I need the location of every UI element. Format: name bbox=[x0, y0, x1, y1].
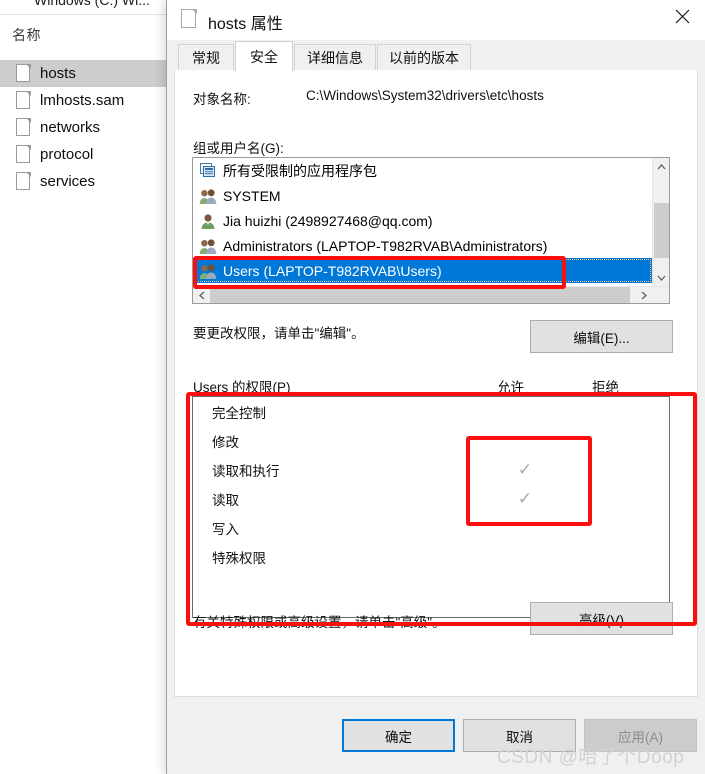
explorer-column-header-name: 名称 bbox=[12, 27, 41, 43]
principal-list-vscrollbar[interactable] bbox=[652, 158, 669, 286]
dialog-tabstrip[interactable]: 常规 安全 详细信息 以前的版本 bbox=[167, 40, 705, 72]
file-icon bbox=[16, 172, 31, 191]
object-name-label: 对象名称: bbox=[193, 92, 251, 107]
permissions-listbox[interactable]: 完全控制修改读取和执行 ✓ 读取 ✓ 写入特殊权限 bbox=[192, 396, 670, 618]
principal-list-item[interactable]: Administrators (LAPTOP-T982RVAB\Administ… bbox=[193, 233, 652, 258]
tab-2[interactable]: 安全 bbox=[235, 41, 293, 72]
principal-list[interactable]: 所有受限制的应用程序包 SYSTEM Jia huizhi (2498927468@… bbox=[193, 158, 652, 286]
principal-name-label: SYSTEM bbox=[223, 187, 281, 204]
chevron-right-icon[interactable] bbox=[635, 287, 652, 303]
scrollbar-thumb-vertical[interactable] bbox=[654, 203, 669, 258]
close-icon[interactable] bbox=[659, 0, 705, 32]
principal-listbox[interactable]: 所有受限制的应用程序包 SYSTEM Jia huizhi (2498927468@… bbox=[192, 157, 670, 304]
principal-list-item[interactable]: Users (LAPTOP-T982RVAB\Users) bbox=[193, 258, 652, 283]
app-package-icon bbox=[199, 162, 217, 180]
file-list-item[interactable]: services bbox=[0, 168, 166, 195]
file-name-label: hosts bbox=[40, 65, 76, 82]
allow-check-icon[interactable]: ✓ bbox=[515, 461, 535, 478]
principal-name-label: Jia huizhi (2498927468@qq.com) bbox=[223, 212, 433, 229]
file-icon bbox=[16, 118, 31, 137]
principal-list-item[interactable]: SYSTEM bbox=[193, 183, 652, 208]
file-name-label: lmhosts.sam bbox=[40, 92, 125, 109]
permission-name-label: 特殊权限 bbox=[212, 550, 266, 566]
dialog-title: hosts 属性 bbox=[208, 16, 283, 33]
explorer-clipped-title: Windows (C:) Wi... bbox=[34, 0, 150, 8]
file-name-label: networks bbox=[40, 119, 101, 136]
scrollbar-thumb-horizontal[interactable] bbox=[210, 287, 630, 303]
file-name-label: services bbox=[40, 173, 96, 190]
advanced-settings-hint: 有关特殊权限或高级设置，请单击"高级"。 bbox=[193, 615, 446, 630]
allow-column-header: 允许 bbox=[497, 380, 524, 395]
hosts-properties-dialog: hosts 属性 常规 安全 详细信息 以前的版本 对象名称: C:\Windows\… bbox=[166, 0, 705, 774]
object-name-value: C:\Windows\System32\drivers\etc\hosts bbox=[306, 88, 544, 103]
user-icon bbox=[199, 212, 217, 230]
dialog-titlebar: hosts 属性 bbox=[167, 0, 705, 40]
file-icon bbox=[16, 64, 31, 83]
group-icon bbox=[199, 187, 217, 205]
chevron-left-icon[interactable] bbox=[193, 287, 210, 303]
watermark: CSDN @咍了个Doop bbox=[497, 747, 685, 768]
file-list-item[interactable]: protocol bbox=[0, 141, 166, 168]
change-permissions-hint: 要更改权限，请单击"编辑"。 bbox=[193, 326, 365, 341]
ok-button[interactable]: 确定 bbox=[342, 719, 455, 752]
file-list-item[interactable]: lmhosts.sam bbox=[0, 87, 166, 114]
edit-button[interactable]: 编辑(E)... bbox=[530, 320, 673, 353]
permission-name-label: 读取 bbox=[212, 492, 239, 508]
principal-list-item[interactable]: Jia huizhi (2498927468@qq.com) bbox=[193, 208, 652, 233]
chevron-down-icon[interactable] bbox=[653, 269, 669, 286]
permission-row[interactable]: 修改 bbox=[193, 426, 669, 455]
tab-4[interactable]: 以前的版本 bbox=[377, 44, 471, 71]
permission-name-label: 写入 bbox=[212, 521, 239, 537]
permission-name-label: 读取和执行 bbox=[212, 463, 280, 479]
chevron-up-icon[interactable] bbox=[653, 158, 669, 175]
permission-row[interactable]: 读取和执行 ✓ bbox=[193, 455, 669, 484]
principal-list-item[interactable]: 所有受限制的应用程序包 bbox=[193, 158, 652, 183]
allow-check-icon[interactable]: ✓ bbox=[515, 490, 535, 507]
permission-row[interactable]: 写入 bbox=[193, 513, 669, 542]
file-name-label: protocol bbox=[40, 146, 94, 163]
file-list-item[interactable]: hosts bbox=[0, 60, 166, 87]
group-icon bbox=[199, 237, 217, 255]
tab-1[interactable]: 常规 bbox=[178, 44, 234, 71]
group-or-user-label: 组或用户名(G): bbox=[193, 141, 284, 156]
permission-row[interactable]: 特殊权限 bbox=[193, 542, 669, 571]
principal-name-label: 所有受限制的应用程序包 bbox=[223, 162, 377, 179]
permissions-title: Users 的权限(P) bbox=[193, 380, 291, 395]
deny-column-header: 拒绝 bbox=[592, 380, 619, 395]
file-icon bbox=[16, 91, 31, 110]
permission-row[interactable]: 读取 ✓ bbox=[193, 484, 669, 513]
permission-name-label: 修改 bbox=[212, 434, 239, 450]
file-list-item[interactable]: networks bbox=[0, 114, 166, 141]
tab-3[interactable]: 详细信息 bbox=[294, 44, 376, 71]
explorer-file-list[interactable]: hosts lmhosts.sam networks protocol services bbox=[0, 60, 166, 195]
file-icon bbox=[181, 9, 197, 29]
advanced-button[interactable]: 高级(V) bbox=[530, 602, 673, 635]
permission-row[interactable]: 完全控制 bbox=[193, 397, 669, 426]
principal-list-hscrollbar[interactable] bbox=[193, 286, 669, 303]
principal-name-label: Users (LAPTOP-T982RVAB\Users) bbox=[223, 262, 442, 279]
group-icon bbox=[199, 262, 217, 280]
principal-name-label: Administrators (LAPTOP-T982RVAB\Administ… bbox=[223, 237, 548, 254]
file-icon bbox=[16, 145, 31, 164]
permission-name-label: 完全控制 bbox=[212, 405, 266, 421]
